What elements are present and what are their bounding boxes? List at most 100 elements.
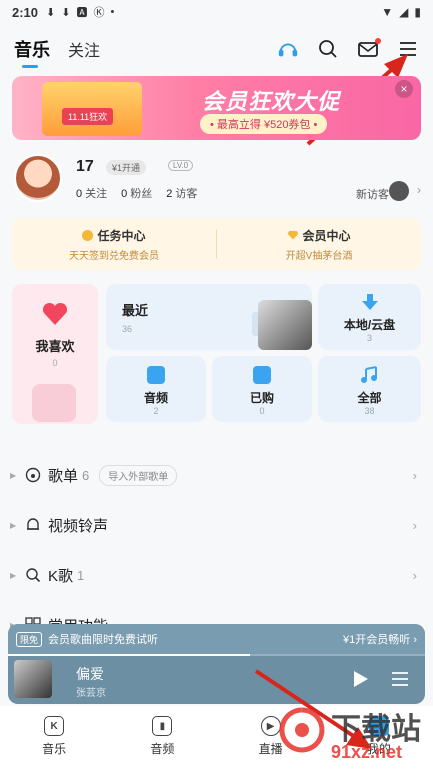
- gift-tag: 11.11狂欢: [62, 108, 114, 125]
- karaoke-count: 1: [77, 567, 85, 583]
- audio-card[interactable]: 音频 2: [106, 356, 206, 422]
- song-artist: 张芸京: [76, 688, 106, 699]
- favorites-card[interactable]: 我喜欢 0: [12, 284, 98, 424]
- playlist-label: 歌单: [48, 467, 79, 485]
- vip-center-subtitle: 开超V抽茅台酒: [285, 250, 353, 262]
- watermark-url: 91xz.net: [331, 742, 403, 762]
- chevron-right-icon[interactable]: ›: [413, 518, 417, 533]
- username[interactable]: 17: [76, 158, 94, 176]
- task-center[interactable]: 任务中心 天天签到兑免费会员: [12, 218, 216, 270]
- now-playing-cover[interactable]: [14, 660, 52, 698]
- recent-label: 最近: [122, 303, 149, 318]
- library-grid: 我喜欢 0 最近 36 本地/云盘 3 音频 2 已购 0 全部 38: [12, 284, 421, 424]
- playlist-icon: [24, 466, 42, 484]
- nav-audio[interactable]: ▮ 音频: [108, 706, 216, 769]
- nav-music-label: 音乐: [42, 742, 67, 756]
- audio-icon: [147, 366, 165, 384]
- profile-section: 17 ¥1开通 LV.0 0 关注 0 粉丝 2 访客 新访客 ›: [0, 150, 433, 212]
- favorites-count: 0: [52, 358, 58, 368]
- battery-icon: ▮: [414, 5, 421, 19]
- playback-progress[interactable]: [8, 654, 425, 656]
- expand-triangle-icon[interactable]: ▶: [10, 571, 24, 580]
- open-vip-link[interactable]: ¥1开会员畅听 ›: [343, 631, 417, 647]
- banner-subtitle: • 最高立得 ¥520券包 •: [200, 114, 328, 134]
- local-count: 3: [366, 333, 372, 343]
- download-icon: ⬇: [61, 6, 71, 19]
- promo-text: 会员歌曲限时免费试听: [48, 634, 159, 646]
- close-icon[interactable]: ×: [395, 80, 413, 98]
- all-card[interactable]: 全部 38: [318, 356, 421, 422]
- new-visitor-label[interactable]: 新访客: [356, 186, 389, 202]
- expand-triangle-icon[interactable]: ▶: [10, 471, 24, 480]
- purchased-card[interactable]: 已购 0: [212, 356, 312, 422]
- tab-music[interactable]: 音乐: [14, 36, 50, 68]
- audio-count: 2: [153, 406, 159, 416]
- bell-icon: [24, 516, 42, 534]
- vip-center[interactable]: 会员中心 开超V抽茅台酒: [217, 218, 421, 270]
- disc-icon: [32, 384, 76, 422]
- heart-icon: [42, 302, 68, 325]
- following-stat[interactable]: 0 关注: [76, 185, 107, 201]
- favorites-label: 我喜欢: [35, 339, 75, 354]
- signal-icon: ◢: [399, 5, 409, 19]
- tab-follow[interactable]: 关注: [68, 37, 100, 61]
- import-playlist-button[interactable]: 导入外部歌单: [99, 464, 178, 486]
- profile-stats: 0 关注 0 粉丝 2 访客: [76, 185, 197, 201]
- song-title: 偏爱: [76, 666, 104, 682]
- listen-recognize-icon[interactable]: [277, 38, 299, 60]
- all-label: 全部: [357, 391, 382, 405]
- visitor-avatar[interactable]: [389, 181, 409, 201]
- purchased-count: 0: [259, 406, 265, 416]
- chevron-right-icon[interactable]: ›: [417, 183, 421, 197]
- centers-card: 任务中心 天天签到兑免费会员 会员中心 开超V抽茅台酒: [12, 218, 421, 270]
- list-item-playlist[interactable]: ▶ 歌单 6 导入外部歌单 ›: [0, 450, 433, 500]
- playlist-queue-icon[interactable]: [391, 670, 409, 688]
- audio-wave-icon: ▮: [152, 716, 173, 736]
- site-watermark: 下载站 91xz.net: [275, 700, 433, 769]
- list-item-karaoke[interactable]: ▶ K歌 1 ›: [0, 550, 433, 600]
- nav-audio-label: 音频: [150, 742, 175, 756]
- feature-list: ▶ 歌单 6 导入外部歌单 › ▶ 视频铃声 › ▶ K歌 1 › ▶ 常用功能: [0, 450, 433, 650]
- all-count: 38: [364, 406, 375, 416]
- recent-card[interactable]: 最近 36: [106, 284, 312, 350]
- purchased-label: 已购: [249, 391, 274, 405]
- music-note-icon: [361, 366, 377, 383]
- album-cover: [258, 300, 312, 350]
- promo-strip[interactable]: 限免 会员歌曲限时免费试听 ¥1开会员畅听 ›: [8, 624, 425, 654]
- avatar[interactable]: [14, 154, 62, 202]
- banner-title: 会员狂欢大促: [202, 89, 341, 114]
- promo-banner[interactable]: 11.11狂欢 会员狂欢大促 • 最高立得 ¥520券包 • ×: [12, 76, 421, 140]
- chevron-right-icon[interactable]: ›: [413, 568, 417, 583]
- promo-tag: 限免: [16, 631, 43, 647]
- a-icon: 🅰: [76, 7, 88, 19]
- fans-stat[interactable]: 0 粉丝: [121, 185, 152, 201]
- progress-fill: [8, 654, 250, 656]
- chevron-right-icon[interactable]: ›: [413, 468, 417, 483]
- download-arrow-icon: [362, 294, 378, 310]
- k-icon: Ⓚ: [93, 7, 105, 19]
- status-bar: 2:10 ⬇ ⬇ 🅰 Ⓚ • ▼ ◢ ▮: [0, 0, 433, 24]
- karaoke-label: K歌: [48, 567, 74, 585]
- audio-label: 音频: [143, 391, 168, 405]
- watermark-logo-icon: [279, 707, 325, 753]
- playlist-count: 6: [82, 467, 90, 483]
- list-item-video-ringtone[interactable]: ▶ 视频铃声 ›: [0, 500, 433, 550]
- nav-music[interactable]: K 音乐: [0, 706, 108, 769]
- level-badge: LV.0: [168, 160, 194, 171]
- local-cloud-card[interactable]: 本地/云盘 3: [318, 284, 421, 350]
- microphone-icon: [24, 566, 42, 584]
- recent-count: 36: [122, 324, 133, 334]
- wifi-icon: ▼: [381, 5, 394, 19]
- expand-triangle-icon[interactable]: ▶: [10, 521, 24, 530]
- dot-icon: •: [110, 6, 115, 18]
- status-time: 2:10: [12, 4, 39, 20]
- visitors-stat[interactable]: 2 访客: [166, 185, 197, 201]
- video-ringtone-label: 视频铃声: [48, 517, 109, 535]
- diamond-icon: [287, 230, 299, 240]
- notification-dot: [375, 38, 381, 44]
- shopping-bag-icon: [253, 366, 271, 384]
- download-icon: ⬇: [46, 6, 56, 19]
- k-icon: K: [44, 716, 65, 736]
- vip-badge[interactable]: ¥1开通: [106, 160, 147, 175]
- task-center-subtitle: 天天签到兑免费会员: [69, 250, 159, 262]
